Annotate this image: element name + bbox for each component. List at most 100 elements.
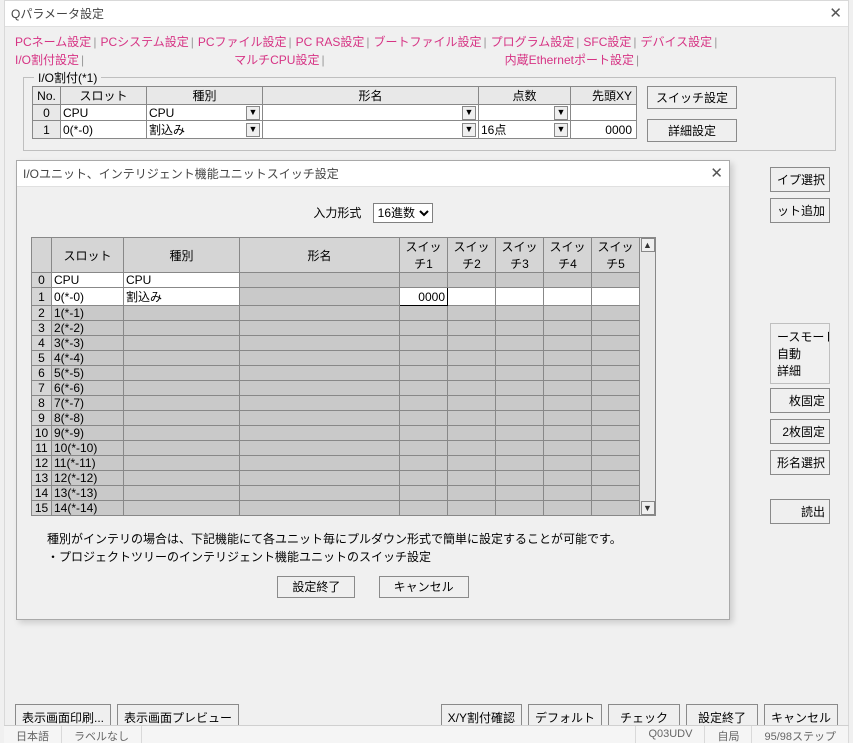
table-row[interactable]: 1 0(*-0) 割込み▼ ▼ 16点▼ 0000 [33, 121, 637, 139]
tab-pc-system[interactable]: PCシステム設定| [100, 33, 193, 51]
sw3-cell[interactable] [496, 501, 544, 516]
modal-end-button[interactable]: 設定終了 [277, 576, 355, 598]
sw1-cell[interactable] [400, 366, 448, 381]
peek-read-button[interactable]: 読出 [770, 499, 830, 524]
sw4-cell[interactable] [544, 456, 592, 471]
sw3-cell[interactable] [496, 306, 544, 321]
sw1-cell[interactable] [400, 441, 448, 456]
sw2-cell[interactable] [448, 411, 496, 426]
sw4-cell[interactable] [544, 306, 592, 321]
sw3-cell[interactable] [496, 486, 544, 501]
sw5-cell[interactable] [592, 501, 640, 516]
sw3-cell[interactable] [496, 396, 544, 411]
sw1-cell[interactable] [400, 486, 448, 501]
table-row[interactable]: 32(*-2) [32, 321, 640, 336]
sw1-cell[interactable] [400, 411, 448, 426]
input-format-select[interactable]: 16進数 [373, 203, 433, 223]
peek-fixed-button[interactable]: 枚固定 [770, 388, 830, 413]
table-row[interactable]: 65(*-5) [32, 366, 640, 381]
sw1-cell[interactable] [400, 351, 448, 366]
sw3-cell[interactable] [496, 471, 544, 486]
tab-device[interactable]: デバイス設定| [641, 33, 718, 51]
sw3-cell[interactable] [496, 441, 544, 456]
sw2-cell[interactable] [448, 366, 496, 381]
tab-pc-file[interactable]: PCファイル設定| [198, 33, 292, 51]
sw3-cell[interactable] [496, 426, 544, 441]
sw2-cell[interactable] [448, 471, 496, 486]
tab-io-assign[interactable]: I/O割付設定| [15, 51, 84, 69]
sw3-cell[interactable] [496, 381, 544, 396]
tab-multi-cpu[interactable]: マルチCPU設定| [234, 51, 324, 69]
sw1-cell[interactable] [400, 396, 448, 411]
sw4-cell[interactable] [544, 288, 592, 306]
sw4-cell[interactable] [544, 381, 592, 396]
sw3-cell[interactable] [496, 321, 544, 336]
tab-boot-file[interactable]: ブートファイル設定| [373, 33, 486, 51]
sw4-cell[interactable] [544, 351, 592, 366]
sw5-cell[interactable] [592, 426, 640, 441]
sw1-cell[interactable] [400, 336, 448, 351]
sw5-cell[interactable] [592, 336, 640, 351]
peek-unit-add-button[interactable]: ット追加 [770, 198, 830, 223]
sw4-cell[interactable] [544, 501, 592, 516]
sw5-cell[interactable] [592, 351, 640, 366]
close-icon[interactable]: ✕ [829, 1, 842, 27]
sw4-cell[interactable] [544, 321, 592, 336]
table-row[interactable]: 76(*-6) [32, 381, 640, 396]
sw3-cell[interactable] [496, 366, 544, 381]
table-row[interactable]: 87(*-7) [32, 396, 640, 411]
scrollbar[interactable]: ▲ ▼ [640, 237, 656, 516]
sw2-cell[interactable] [448, 501, 496, 516]
peek-2fixed-button[interactable]: 2枚固定 [770, 419, 830, 444]
sw4-cell[interactable] [544, 426, 592, 441]
sw5-cell[interactable] [592, 366, 640, 381]
sw2-cell[interactable] [448, 486, 496, 501]
sw5-cell[interactable] [592, 396, 640, 411]
peek-type-select-button[interactable]: イプ選択 [770, 167, 830, 192]
table-row[interactable]: 1211(*-11) [32, 456, 640, 471]
peek-mode-auto[interactable]: 自動 [777, 345, 823, 362]
sw3-cell[interactable] [496, 351, 544, 366]
sw3-cell[interactable] [496, 411, 544, 426]
detail-settings-button[interactable]: 詳細設定 [647, 119, 737, 142]
sw2-cell[interactable] [448, 273, 496, 288]
tab-pc-name[interactable]: PCネーム設定| [15, 33, 96, 51]
sw5-cell[interactable] [592, 441, 640, 456]
sw1-cell[interactable] [400, 306, 448, 321]
sw4-cell[interactable] [544, 336, 592, 351]
sw4-cell[interactable] [544, 486, 592, 501]
sw2-cell[interactable] [448, 336, 496, 351]
scroll-up-icon[interactable]: ▲ [641, 238, 655, 252]
sw5-cell[interactable] [592, 471, 640, 486]
sw1-cell[interactable] [400, 501, 448, 516]
sw2-cell[interactable] [448, 381, 496, 396]
sw1-cell[interactable] [400, 456, 448, 471]
peek-model-select-button[interactable]: 形名選択 [770, 450, 830, 475]
sw2-cell[interactable] [448, 441, 496, 456]
chevron-down-icon[interactable]: ▼ [462, 106, 476, 120]
sw1-cell[interactable]: 0000 [400, 288, 448, 306]
sw2-cell[interactable] [448, 288, 496, 306]
close-icon[interactable]: ✕ [710, 161, 723, 187]
sw4-cell[interactable] [544, 396, 592, 411]
sw5-cell[interactable] [592, 381, 640, 396]
sw5-cell[interactable] [592, 456, 640, 471]
peek-mode-detail[interactable]: 詳細 [777, 362, 823, 379]
table-row[interactable]: 1413(*-13) [32, 486, 640, 501]
table-row[interactable]: 10(*-0)割込み0000 [32, 288, 640, 306]
chevron-down-icon[interactable]: ▼ [462, 123, 476, 137]
sw4-cell[interactable] [544, 366, 592, 381]
tab-pc-ras[interactable]: PC RAS設定| [296, 33, 370, 51]
switch-grid[interactable]: スロット 種別 形名 スイッチ1 スイッチ2 スイッチ3 スイッチ4 スイッチ5… [31, 237, 640, 516]
sw5-cell[interactable] [592, 306, 640, 321]
sw4-cell[interactable] [544, 471, 592, 486]
chevron-down-icon[interactable]: ▼ [554, 106, 568, 120]
sw4-cell[interactable] [544, 441, 592, 456]
tab-ethernet[interactable]: 内蔵Ethernetポート設定| [505, 51, 640, 69]
sw5-cell[interactable] [592, 411, 640, 426]
sw3-cell[interactable] [496, 336, 544, 351]
sw2-cell[interactable] [448, 456, 496, 471]
table-row[interactable]: 21(*-1) [32, 306, 640, 321]
table-row[interactable]: 1312(*-12) [32, 471, 640, 486]
io-grid[interactable]: No. スロット 種別 形名 点数 先頭XY 0 CPU CPU▼ ▼ ▼ 1 [32, 86, 637, 139]
